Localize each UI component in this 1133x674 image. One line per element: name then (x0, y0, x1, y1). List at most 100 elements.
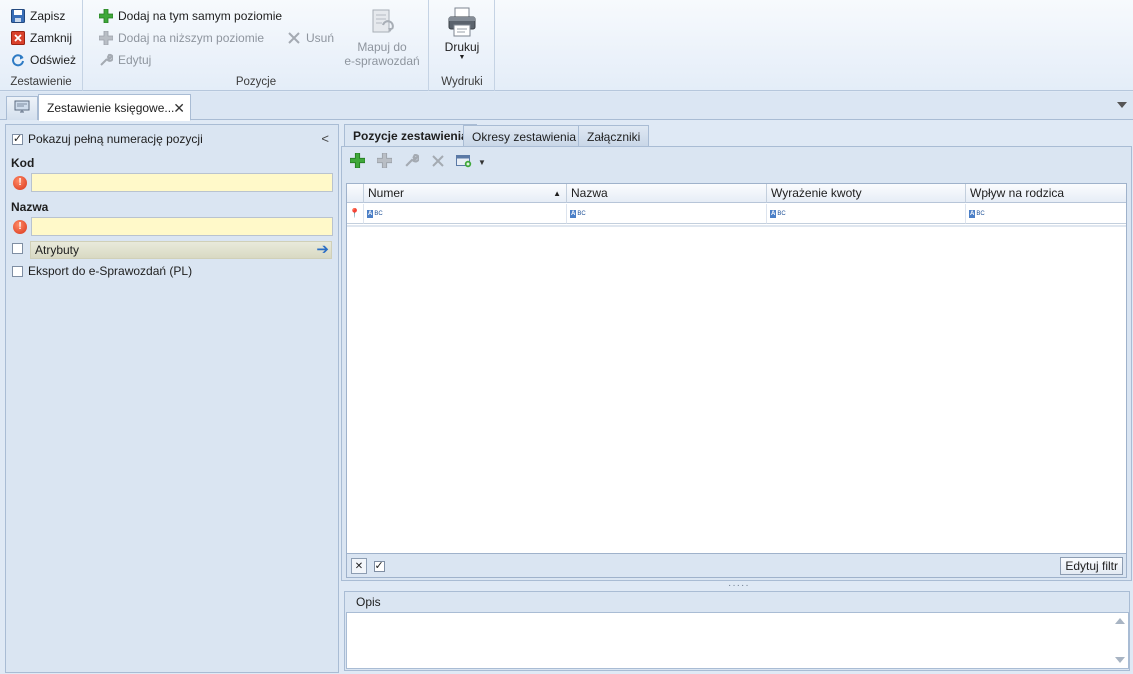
column-header-numer[interactable]: Numer ▲ (364, 184, 567, 203)
filter-cell-nazwa[interactable]: A BC (567, 204, 767, 224)
refresh-icon (10, 52, 26, 68)
collapse-panel-chevron-icon[interactable]: < (321, 131, 329, 146)
required-error-icon: ! (13, 176, 27, 190)
opis-textarea[interactable] (346, 612, 1129, 669)
sort-ascending-icon: ▲ (553, 188, 561, 198)
abc-filter-icon: A BC (969, 209, 985, 218)
grid-separator (347, 225, 1126, 227)
floppy-disk-icon (10, 8, 26, 24)
tab-okresy-label: Okresy zestawienia (472, 129, 577, 144)
save-button[interactable]: Zapisz (10, 6, 65, 26)
pozycje-grid: Numer ▲ Nazwa Wyrażenie kwoty Wpływ na r… (346, 183, 1127, 554)
refresh-label: Odśwież (30, 53, 77, 67)
add-same-level-label: Dodaj na tym samym poziomie (118, 9, 283, 23)
grid-view-icon (456, 154, 473, 171)
tab-title: Zestawienie księgowe... (47, 100, 175, 115)
clear-filter-x-icon: ✕ (354, 560, 364, 572)
full-numbering-checkbox-row[interactable]: Pokazuj pełną numerację pozycji (12, 132, 203, 146)
delete-label: Usuń (306, 31, 335, 45)
column-header-wplyw-na-rodzica[interactable]: Wpływ na rodzica (966, 184, 1126, 203)
kod-input[interactable] (31, 173, 333, 192)
add-row-button[interactable] (348, 152, 366, 171)
edit-row-button[interactable] (402, 153, 420, 171)
delete-row-button[interactable] (429, 153, 447, 171)
tab-zestawienie-ksiegowe[interactable]: Zestawienie księgowe... ✕ (38, 94, 191, 121)
tab-okresy-zestawienia[interactable]: Okresy zestawienia (463, 125, 586, 147)
eksport-checkbox[interactable] (12, 265, 23, 277)
nazwa-label: Nazwa (11, 200, 49, 214)
close-button[interactable]: Zamknij (10, 28, 72, 48)
column-header-wyrazenie-kwoty[interactable]: Wyrażenie kwoty (767, 184, 966, 203)
column-header-nazwa[interactable]: Nazwa (567, 184, 767, 203)
arrow-right-icon[interactable]: ➔ (316, 242, 329, 258)
home-tab[interactable] (6, 96, 38, 120)
opis-label: Opis (356, 595, 381, 609)
add-same-level-button[interactable]: Dodaj na tym samym poziomie (98, 6, 282, 26)
map-label-line2: e-sprawozdań (344, 54, 420, 68)
edit-label: Edytuj (118, 53, 152, 67)
kod-label: Kod (11, 156, 35, 170)
printer-icon (446, 6, 478, 38)
close-label: Zamknij (30, 31, 73, 45)
map-to-esprawozdania-button[interactable]: Mapuj do e-sprawozdań (342, 8, 422, 68)
close-window-icon (10, 30, 26, 46)
ribbon-group-wydruki: Drukuj ▼ Wydruki (430, 0, 495, 91)
abc-filter-icon: A BC (570, 209, 586, 218)
ribbon: Zapisz Zamknij Odśwież Zestawienie Dodaj… (0, 0, 1133, 91)
abc-filter-icon: A BC (770, 209, 786, 218)
tab-pozycje-zestawienia[interactable]: Pozycje zestawienia (344, 124, 477, 147)
print-button[interactable]: Drukuj ▼ (436, 6, 488, 62)
view-options-button[interactable]: ▼ (456, 153, 490, 171)
plus-green-icon (349, 152, 365, 171)
opis-scrollbar[interactable] (1114, 615, 1126, 666)
wrench-icon (404, 153, 420, 171)
tab-zalaczniki-label: Załączniki (587, 129, 641, 144)
left-form-panel: Pokazuj pełną numerację pozycji < Kod ! … (5, 124, 339, 673)
tab-pozycje-label: Pozycje zestawienia (353, 129, 468, 143)
atrybuty-section-button[interactable]: Atrybuty ➔ (30, 241, 332, 259)
filter-enabled-checkbox[interactable] (371, 558, 387, 574)
full-numbering-label: Pokazuj pełną numerację pozycji (28, 132, 203, 146)
add-lower-level-button[interactable]: Dodaj na niższym poziomie (98, 28, 264, 48)
scroll-down-icon[interactable] (1115, 657, 1125, 663)
filter-cell-numer[interactable]: A BC (364, 204, 567, 224)
eksport-checkbox-row[interactable]: Eksport do e-Sprawozdań (PL) (12, 264, 192, 278)
atrybuty-checkbox[interactable] (12, 243, 23, 254)
delete-button[interactable]: Usuń (286, 28, 334, 48)
edit-button[interactable]: Edytuj (98, 50, 151, 70)
delete-x-icon (431, 154, 445, 171)
add-lower-level-label: Dodaj na niższym poziomie (118, 31, 265, 45)
edit-filter-button[interactable]: Edytuj filtr (1060, 557, 1123, 575)
add-child-row-button[interactable] (375, 152, 393, 171)
required-error-icon: ! (13, 220, 27, 234)
document-tab-strip: Zestawienie księgowe... ✕ (0, 92, 1133, 121)
nazwa-input[interactable] (31, 217, 333, 236)
column-header-wyrazenie-label: Wyrażenie kwoty (771, 186, 862, 200)
print-label: Drukuj (444, 40, 480, 54)
full-numbering-checkbox[interactable] (12, 132, 23, 145)
clear-filter-button[interactable]: ✕ (351, 558, 367, 574)
group-label-zestawienie: Zestawienie (10, 76, 72, 88)
ribbon-group-zestawienie: Zapisz Zamknij Odśwież Zestawienie (0, 0, 83, 91)
plus-gray-icon (98, 30, 114, 46)
refresh-button[interactable]: Odśwież (10, 50, 76, 70)
tab-zalaczniki[interactable]: Załączniki (578, 125, 650, 147)
tab-list-dropdown-icon[interactable] (1117, 102, 1127, 108)
map-label-line1: Mapuj do (357, 40, 407, 54)
eksport-label: Eksport do e-Sprawozdań (PL) (28, 264, 193, 278)
group-label-pozycje: Pozycje (235, 76, 277, 88)
monitor-icon (14, 100, 30, 117)
ribbon-group-pozycje: Dodaj na tym samym poziomie Dodaj na niż… (84, 0, 429, 91)
chevron-down-icon[interactable]: ▼ (478, 158, 486, 167)
scroll-up-icon[interactable] (1115, 618, 1125, 624)
group-label-wydruki: Wydruki (441, 76, 483, 88)
close-tab-icon[interactable]: ✕ (173, 100, 185, 117)
grid-filter-footer: ✕ Edytuj filtr (346, 554, 1127, 578)
grid-indicator-header (347, 184, 364, 203)
print-dropdown-arrow-icon[interactable]: ▼ (436, 54, 488, 62)
map-document-icon (368, 8, 396, 36)
splitter-grip[interactable]: ····· (728, 580, 750, 591)
atrybuty-checkbox-row[interactable] (12, 243, 23, 254)
filter-cell-wyrazenie-kwoty[interactable]: A BC (767, 204, 966, 224)
filter-cell-wplyw-na-rodzica[interactable]: A BC (966, 204, 1126, 224)
